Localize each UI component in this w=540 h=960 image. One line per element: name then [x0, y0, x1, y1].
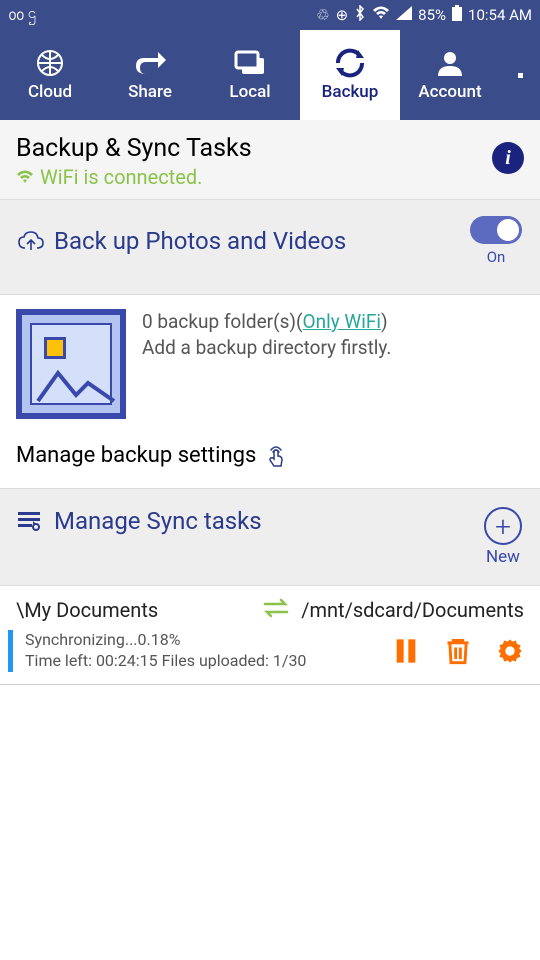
battery-pct: 85% [418, 6, 446, 24]
manage-backup-label: Manage backup settings [16, 443, 256, 468]
page-header: Backup & Sync Tasks WiFi is connected. i [0, 120, 540, 199]
sync-task-item[interactable]: \My Documents /mnt/sdcard/Documents Sync… [0, 586, 540, 685]
new-sync-task-button[interactable]: + [484, 507, 522, 545]
backup-title-row: Back up Photos and Videos [18, 227, 346, 255]
task-time-line: Time left: 00:24:15 Files uploaded: 1/30 [25, 651, 382, 672]
battery-icon [452, 5, 462, 25]
page-title: Backup & Sync Tasks [16, 134, 252, 163]
backup-section-header: Back up Photos and Videos On [0, 199, 540, 295]
task-dest-path: /mnt/sdcard/Documents [301, 598, 524, 622]
tab-share-label: Share [128, 82, 172, 102]
bluetooth-icon [354, 5, 366, 25]
voicemail-icon: ൦൦ [8, 6, 24, 24]
sync-arrows-icon [263, 596, 289, 624]
signal-icon [396, 6, 412, 24]
tab-cloud-label: Cloud [28, 82, 72, 102]
folder-count-suffix: ) [381, 310, 388, 333]
backup-toggle[interactable] [470, 216, 522, 244]
android-status-bar: ൦൦ ဌ ♲ ⊕ 85% 10:54 AM [0, 0, 540, 30]
list-icon [18, 510, 40, 532]
settings-button[interactable] [496, 637, 524, 665]
overflow-menu[interactable] [500, 30, 540, 120]
wifi-status: WiFi is connected. [16, 165, 252, 189]
clock: 10:54 AM [468, 6, 532, 24]
wifi-status-text: WiFi is connected. [40, 165, 202, 189]
recycle-icon: ♲ [316, 6, 329, 24]
folder-count-prefix: 0 backup folder(s)( [142, 310, 303, 333]
wifi-small-icon [16, 170, 34, 184]
sync-section-header: Manage Sync tasks + New [0, 488, 540, 586]
tab-account[interactable]: Account [400, 30, 500, 120]
sync-title: Manage Sync tasks [54, 507, 262, 535]
backup-body: 0 backup folder(s)(Only WiFi) Add a back… [0, 295, 540, 488]
tab-backup-label: Backup [322, 82, 379, 102]
info-button[interactable]: i [492, 142, 524, 174]
folder-info: 0 backup folder(s)(Only WiFi) Add a back… [142, 309, 391, 419]
new-sync-task-label: New [486, 547, 520, 567]
pause-button[interactable] [392, 637, 420, 665]
task-progress-line: Synchronizing...0.18% [25, 630, 382, 651]
main-tabbar: Cloud Share Local Backup Account [0, 30, 540, 120]
manage-backup-settings[interactable]: Manage backup settings [16, 443, 524, 468]
tab-backup[interactable]: Backup [300, 30, 400, 120]
only-wifi-link[interactable]: Only WiFi [303, 310, 382, 333]
tap-hand-icon [264, 444, 288, 468]
cloud-upload-icon [18, 230, 44, 252]
wifi-icon [372, 6, 390, 24]
backup-toggle-label: On [487, 248, 506, 266]
plus-circle-icon: ⊕ [336, 6, 349, 24]
sync-title-row: Manage Sync tasks [18, 507, 262, 535]
delete-button[interactable] [444, 637, 472, 665]
tab-cloud[interactable]: Cloud [0, 30, 100, 120]
tab-local[interactable]: Local [200, 30, 300, 120]
task-active-indicator [8, 630, 13, 672]
backup-hint: Add a backup directory firstly. [142, 335, 391, 361]
tab-share[interactable]: Share [100, 30, 200, 120]
sync-status-icon: ဌ [28, 4, 36, 26]
tab-account-label: Account [418, 82, 481, 102]
photo-placeholder-icon [16, 309, 126, 419]
backup-title: Back up Photos and Videos [54, 227, 346, 255]
tab-local-label: Local [229, 82, 270, 102]
task-source-path: \My Documents [16, 598, 251, 622]
